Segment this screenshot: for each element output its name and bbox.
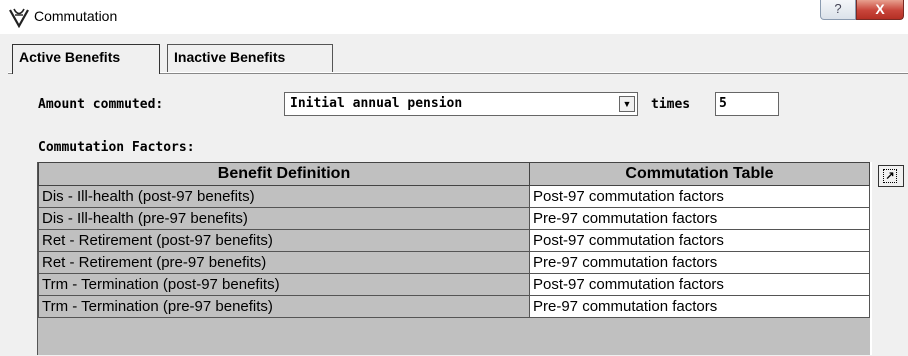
- window-title: Commutation: [34, 8, 118, 24]
- times-value: 5: [719, 96, 727, 111]
- title-bar: Commutation ? X: [0, 0, 908, 34]
- table-row[interactable]: Dis - Ill-health (pre-97 benefits) Pre-9…: [38, 207, 870, 230]
- times-label: times: [651, 97, 691, 112]
- amount-commuted-value: Initial annual pension: [290, 96, 463, 111]
- factors-table: Benefit Definition Commutation Table Dis…: [38, 162, 870, 318]
- commutation-table-cell[interactable]: Post-97 commutation factors: [529, 229, 870, 252]
- commutation-table-cell[interactable]: Post-97 commutation factors: [529, 273, 870, 296]
- grid-right-edge: [870, 162, 872, 355]
- expand-grid-button[interactable]: ↗: [878, 165, 904, 187]
- amount-commuted-label: Amount commuted:: [38, 97, 164, 112]
- tab-active-benefits[interactable]: Active Benefits: [12, 44, 160, 74]
- commutation-table-cell[interactable]: Pre-97 commutation factors: [529, 207, 870, 230]
- tab-inactive-benefits[interactable]: Inactive Benefits: [167, 44, 333, 72]
- table-row[interactable]: Trm - Termination (pre-97 benefits) Pre-…: [38, 295, 870, 318]
- chevron-down-icon[interactable]: ▼: [619, 96, 635, 112]
- commutation-factors-grid: Benefit Definition Commutation Table Dis…: [37, 162, 871, 355]
- column-header-benefit-definition[interactable]: Benefit Definition: [38, 162, 530, 186]
- column-header-commutation-table[interactable]: Commutation Table: [529, 162, 870, 186]
- commutation-factors-label: Commutation Factors:: [38, 140, 195, 155]
- table-row[interactable]: Trm - Termination (post-97 benefits) Pos…: [38, 273, 870, 296]
- table-row[interactable]: Ret - Retirement (post-97 benefits) Post…: [38, 229, 870, 252]
- benefit-definition-cell[interactable]: Trm - Termination (post-97 benefits): [38, 273, 530, 296]
- close-button[interactable]: X: [856, 0, 904, 20]
- benefit-definition-cell[interactable]: Dis - Ill-health (post-97 benefits): [38, 185, 530, 208]
- commutation-table-cell[interactable]: Pre-97 commutation factors: [529, 295, 870, 318]
- times-input[interactable]: 5: [715, 92, 779, 116]
- table-header-row: Benefit Definition Commutation Table: [38, 162, 870, 186]
- commutation-table-cell[interactable]: Pre-97 commutation factors: [529, 251, 870, 274]
- help-button[interactable]: ?: [820, 0, 856, 20]
- arrow-up-right-icon: ↗: [883, 169, 897, 183]
- table-row[interactable]: Ret - Retirement (pre-97 benefits) Pre-9…: [38, 251, 870, 274]
- commutation-table-cell[interactable]: Post-97 commutation factors: [529, 185, 870, 208]
- benefit-definition-cell[interactable]: Trm - Termination (pre-97 benefits): [38, 295, 530, 318]
- benefit-definition-cell[interactable]: Dis - Ill-health (pre-97 benefits): [38, 207, 530, 230]
- table-row[interactable]: Dis - Ill-health (post-97 benefits) Post…: [38, 185, 870, 208]
- benefit-definition-cell[interactable]: Ret - Retirement (post-97 benefits): [38, 229, 530, 252]
- amount-commuted-select[interactable]: Initial annual pension ▼: [284, 92, 638, 116]
- benefit-definition-cell[interactable]: Ret - Retirement (pre-97 benefits): [38, 251, 530, 274]
- app-logo-icon: [9, 8, 29, 28]
